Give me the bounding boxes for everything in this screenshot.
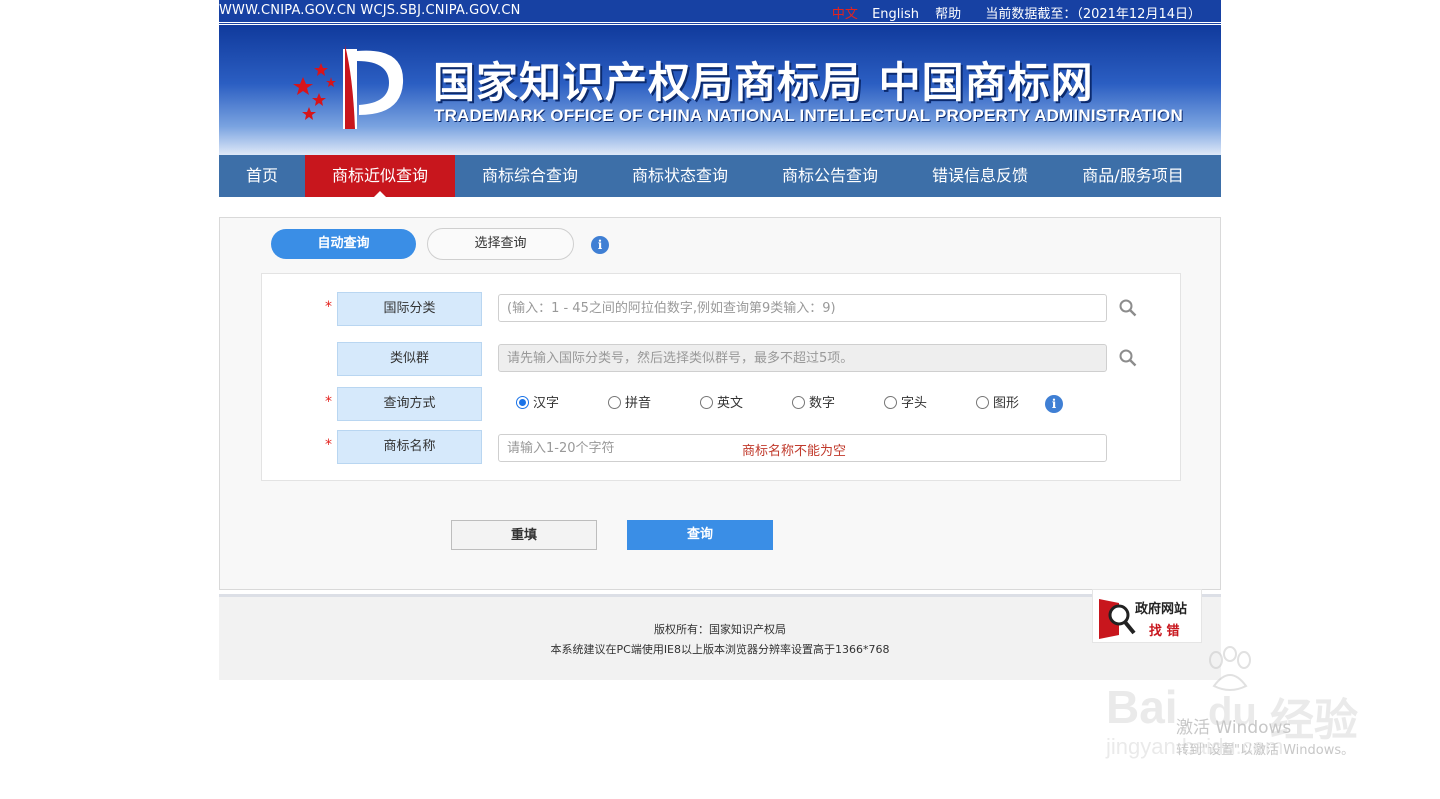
top-links: 中文 English 帮助 当前数据截至：（2021年12月14日） [822, 3, 1201, 22]
method-radio-pinyin[interactable]: 拼音 [608, 396, 651, 412]
gov-badge-line1: 政府网站 [1135, 602, 1188, 617]
method-option-label: 英文 [717, 396, 744, 411]
method-label: 查询方式 [337, 387, 482, 421]
method-radio-english[interactable]: 英文 [700, 396, 743, 412]
search-form: * 国际分类 (输入：1 - 45之间的阿拉伯数字,例如查询第9类输入：9) 类… [261, 273, 1181, 481]
name-error-text: 商标名称不能为空 [742, 444, 847, 459]
top-bar: WWW.CNIPA.GOV.CN WCJS.SBJ.CNIPA.GOV.CN 中… [219, 0, 1221, 25]
data-date-text: 当前数据截至：（2021年12月14日） [985, 7, 1201, 22]
method-option-label: 字头 [901, 396, 928, 411]
method-option-label: 图形 [993, 396, 1020, 411]
activate-windows-title: 激活 Windows [1176, 718, 1292, 738]
class-input[interactable]: (输入：1 - 45之间的阿拉伯数字,例如查询第9类输入：9) [498, 294, 1107, 322]
class-label: 国际分类 [337, 292, 482, 326]
radio-icon [976, 396, 989, 409]
banner-title-en: TRADEMARK OFFICE OF CHINA NATIONAL INTEL… [434, 106, 1183, 125]
reset-button[interactable]: 重填 [451, 520, 597, 550]
site-urls: WWW.CNIPA.GOV.CN WCJS.SBJ.CNIPA.GOV.CN [219, 3, 521, 18]
main-nav: 首页 商标近似查询 商标综合查询 商标状态查询 商标公告查询 错误信息反馈 商品… [219, 155, 1221, 197]
site-banner: 国家知识产权局商标局 中国商标网 TRADEMARK OFFICE OF CHI… [219, 25, 1221, 155]
radio-icon [884, 396, 897, 409]
nav-comprehensive-search[interactable]: 商标综合查询 [455, 155, 605, 197]
method-radio-number[interactable]: 数字 [792, 396, 835, 412]
method-option-label: 拼音 [625, 396, 652, 411]
info-icon[interactable]: i [591, 236, 609, 254]
method-option-label: 数字 [809, 396, 836, 411]
method-radio-group: 汉字 拼音 英文 数字 字头 图形 [516, 396, 1056, 412]
required-mark: * [325, 299, 332, 315]
method-info-icon[interactable]: i [1045, 395, 1063, 413]
method-radio-hanzi[interactable]: 汉字 [516, 396, 559, 412]
lang-english-link[interactable]: English [872, 7, 919, 22]
method-radio-initial[interactable]: 字头 [884, 396, 927, 412]
nav-similar-search[interactable]: 商标近似查询 [305, 155, 455, 197]
query-button[interactable]: 查询 [627, 520, 773, 550]
banner-title-cn: 国家知识产权局商标局 中国商标网 [433, 58, 1094, 107]
search-panel: 自动查询 选择查询 i * 国际分类 (输入：1 - 45之间的阿拉伯数字,例如… [219, 217, 1221, 590]
gov-site-error-badge[interactable]: 政府网站 找 错 [1092, 589, 1202, 643]
nav-goods-services[interactable]: 商品/服务项目 [1055, 155, 1211, 197]
radio-checked-icon [516, 396, 529, 409]
copyright-text: 版权所有：国家知识产权局 [654, 623, 786, 636]
paw-icon [1209, 646, 1251, 691]
required-mark: * [325, 437, 332, 453]
tab-select-query[interactable]: 选择查询 [427, 228, 574, 260]
group-label: 类似群 [337, 342, 482, 376]
activate-windows-subtitle: 转到"设置"以激活 Windows。 [1176, 743, 1355, 758]
radio-icon [700, 396, 713, 409]
nav-home[interactable]: 首页 [219, 155, 305, 197]
nav-error-feedback[interactable]: 错误信息反馈 [905, 155, 1055, 197]
magnifier-flag-icon [1099, 599, 1136, 639]
name-label: 商标名称 [337, 430, 482, 464]
gov-badge-line2: 找 错 [1149, 624, 1180, 639]
method-option-label: 汉字 [533, 396, 560, 411]
required-mark: * [325, 394, 332, 410]
cnipa-logo-icon [293, 45, 404, 129]
radio-icon [608, 396, 621, 409]
nav-status-search[interactable]: 商标状态查询 [605, 155, 755, 197]
nav-announcement-search[interactable]: 商标公告查询 [755, 155, 905, 197]
help-link[interactable]: 帮助 [935, 7, 961, 22]
class-search-icon[interactable] [1119, 299, 1137, 317]
lang-chinese-link[interactable]: 中文 [832, 7, 858, 22]
method-radio-graphic[interactable]: 图形 [976, 396, 1019, 412]
radio-icon [792, 396, 805, 409]
page-footer: 版权所有：国家知识产权局 本系统建议在PC端使用IE8以上版本浏览器分辨率设置高… [219, 594, 1221, 680]
group-search-icon[interactable] [1119, 349, 1137, 367]
group-input[interactable]: 请先输入国际分类号，然后选择类似群号，最多不超过5项。 [498, 344, 1107, 372]
tab-auto-query[interactable]: 自动查询 [271, 229, 416, 259]
baidu-wordmark: Bai [1106, 681, 1178, 733]
browser-advice-text: 本系统建议在PC端使用IE8以上版本浏览器分辨率设置高于1366*768 [550, 643, 890, 656]
